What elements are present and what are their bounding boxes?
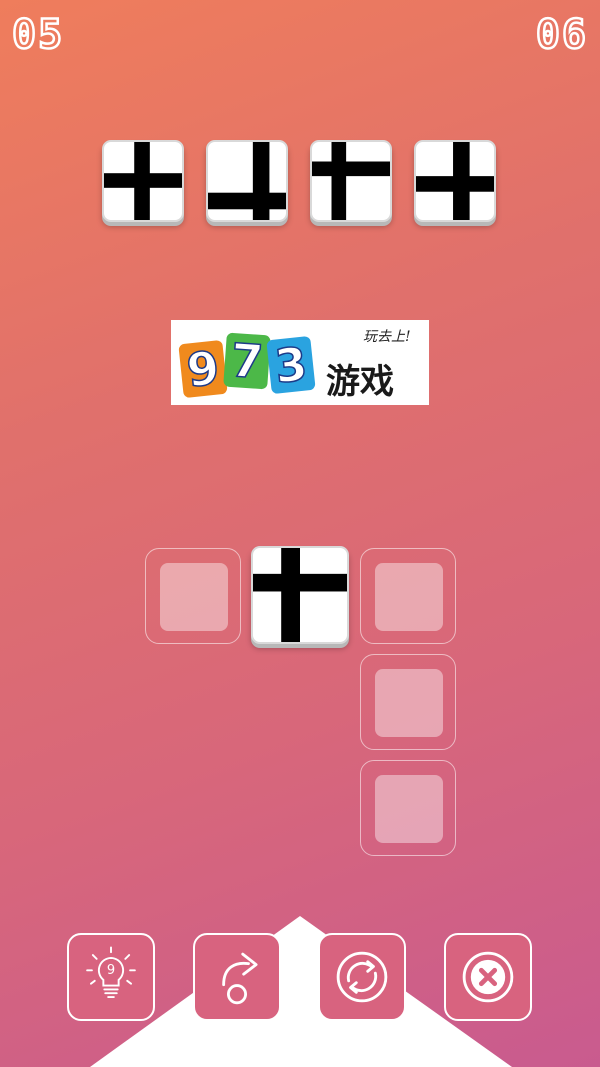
- hint-count: 9: [106, 963, 116, 978]
- logo-digit-3: 3: [266, 336, 316, 394]
- moves-counter: 06: [535, 12, 588, 58]
- target-tile-3: [310, 140, 392, 222]
- target-tile-2: [206, 140, 288, 222]
- cross-glyph-icon: [312, 142, 390, 220]
- curved-arrow-icon: [222, 952, 258, 1005]
- target-tile-4: [414, 140, 496, 222]
- cross-glyph-icon: [104, 142, 182, 220]
- logo-tagline: 玩去上!: [363, 329, 411, 345]
- sponsor-logo-banner: 9 7 3 玩去上! 游戏: [171, 320, 429, 405]
- hint-button[interactable]: 9: [67, 933, 155, 1021]
- board-slot[interactable]: [360, 654, 456, 750]
- cross-glyph-icon: [253, 548, 347, 642]
- refresh-icon: [336, 951, 388, 1003]
- logo-digit-9: 9: [178, 340, 228, 398]
- level-counter: 05: [11, 12, 65, 58]
- logo-digit-7: 7: [223, 332, 271, 390]
- target-sequence: [102, 140, 502, 230]
- close-icon: [462, 951, 514, 1003]
- board-slot[interactable]: [360, 548, 456, 644]
- board-slot[interactable]: [360, 760, 456, 856]
- skip-button[interactable]: [193, 933, 281, 1021]
- logo-name: 游戏: [326, 362, 394, 402]
- restart-button[interactable]: [318, 933, 406, 1021]
- board-slot[interactable]: [145, 548, 241, 644]
- cross-glyph-icon: [416, 142, 494, 220]
- cross-glyph-icon: [208, 142, 286, 220]
- placed-tile[interactable]: [251, 546, 349, 644]
- target-tile-1: [102, 140, 184, 222]
- close-button[interactable]: [444, 933, 532, 1021]
